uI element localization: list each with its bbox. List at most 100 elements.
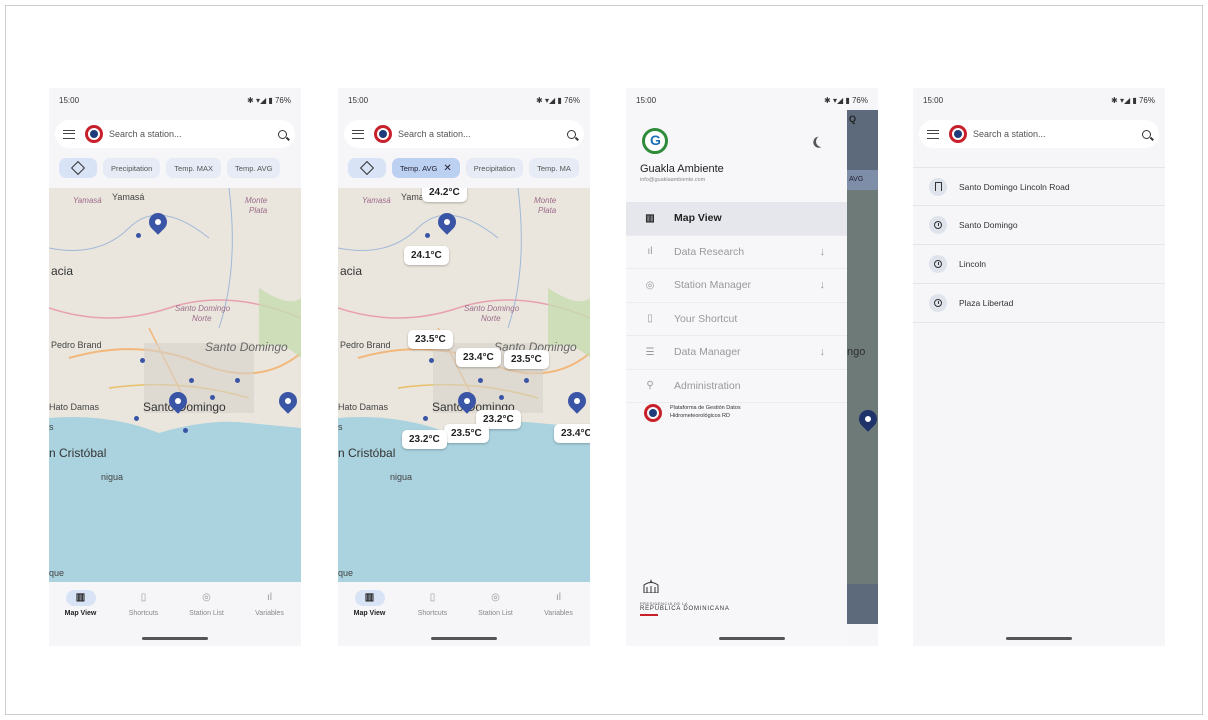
expand-icon: ↓ — [819, 245, 826, 258]
phone-map-view: 15:00 ✱ ▾◢ ▮ 76% Search a station... Pre… — [49, 88, 301, 646]
menu-item-station-manager[interactable]: ◎ Station Manager ↓ — [626, 269, 847, 303]
location-icon: ◎ — [202, 592, 211, 603]
list-item[interactable]: Santo Domingo Lincoln Road — [913, 167, 1165, 206]
station-dot[interactable] — [423, 416, 428, 421]
menu-icon[interactable] — [352, 129, 364, 139]
home-indicator — [431, 637, 497, 640]
app-logo — [85, 125, 103, 143]
dark-mode-icon[interactable] — [814, 134, 829, 149]
home-indicator — [1006, 637, 1072, 640]
layers-button[interactable] — [59, 158, 97, 178]
station-dot[interactable] — [429, 358, 434, 363]
temperature-label[interactable]: 23.5°C — [504, 350, 549, 369]
temperature-label[interactable]: 24.2°C — [422, 188, 467, 202]
temperature-label[interactable]: 23.4°C — [554, 424, 590, 443]
station-dot[interactable] — [140, 358, 145, 363]
nav-shortcuts[interactable]: ▯ Shortcuts — [405, 590, 461, 617]
map-label: Plata — [249, 206, 268, 215]
temperature-label[interactable]: 23.5°C — [444, 424, 489, 443]
drawer-user-email: info@guaklaambiente.com — [640, 177, 706, 183]
nav-variables[interactable]: ıl Variables — [531, 590, 587, 617]
search-bar[interactable]: Search a station... — [344, 120, 584, 148]
chip-precipitation[interactable]: Precipitation — [465, 158, 524, 178]
station-dot[interactable] — [478, 378, 483, 383]
nav-map-view[interactable]: ▥ Map View — [53, 589, 109, 617]
station-dot[interactable] — [524, 378, 529, 383]
chip-temp-max[interactable]: Temp. MAX — [166, 158, 222, 178]
list-item[interactable]: Plaza Libertad — [913, 284, 1165, 323]
menu-item-administration[interactable]: ⚲ Administration — [626, 370, 847, 403]
search-icon[interactable] — [1142, 129, 1151, 139]
temperature-label[interactable]: 23.5°C — [408, 330, 453, 349]
chip-temp-avg-selected[interactable]: Temp. AVG ✕ — [392, 158, 460, 178]
map-label: ngo — [847, 346, 866, 358]
map-label: Norte — [481, 314, 501, 323]
government-name: REPÚBLICA DOMINICANA — [640, 606, 730, 612]
station-dot[interactable] — [210, 395, 215, 400]
clock-icon — [929, 216, 947, 234]
bookmark-icon: ▯ — [429, 592, 436, 603]
nav-station-list[interactable]: ◎ Station List — [179, 590, 235, 617]
station-name: Plaza Libertad — [959, 298, 1014, 308]
platform-name: Plataforma de Gestión Datos Hidrometeoro… — [670, 405, 741, 419]
wrench-icon: ⚲ — [646, 380, 654, 392]
station-dot[interactable] — [136, 233, 141, 238]
layers-icon — [359, 160, 375, 176]
layers-icon — [70, 160, 86, 176]
search-bar[interactable]: Search a station... — [919, 120, 1159, 148]
map-base — [49, 188, 301, 582]
station-dot[interactable] — [183, 428, 188, 433]
search-input[interactable]: Search a station... — [398, 129, 567, 139]
chip-temp-avg[interactable]: Temp. AVG — [227, 158, 281, 178]
temperature-label[interactable]: 23.4°C — [456, 348, 501, 367]
search-input[interactable]: Search a station... — [109, 129, 278, 139]
status-icons: ✱ ▾◢ ▮ 76% — [536, 96, 580, 105]
menu-item-your-shortcut[interactable]: ▯ Your Shortcut — [626, 303, 847, 336]
map-label: Yamasá — [73, 196, 102, 205]
nav-variables[interactable]: ıl Variables — [242, 590, 298, 617]
map-label: Yamasá — [112, 192, 145, 202]
chip-precipitation[interactable]: Precipitation — [103, 158, 161, 178]
menu-item-map-view[interactable]: ▥ Map View — [626, 202, 847, 236]
drawer-user-name: Guakla Ambiente — [640, 163, 724, 175]
search-bar[interactable]: Search a station... — [55, 120, 295, 148]
search-input[interactable]: Search a station... — [973, 129, 1142, 139]
station-dot[interactable] — [425, 233, 430, 238]
status-icons: ✱ ▾◢ ▮ 76% — [824, 96, 868, 105]
station-dot[interactable] — [499, 395, 504, 400]
search-icon[interactable] — [278, 129, 287, 139]
map-label: Hato Damas — [49, 402, 100, 412]
list-item[interactable]: Santo Domingo — [913, 206, 1165, 245]
search-icon[interactable] — [567, 129, 576, 139]
menu-item-data-research[interactable]: ıl Data Research ↓ — [626, 236, 847, 269]
location-icon: ◎ — [645, 279, 655, 291]
menu-icon[interactable] — [63, 129, 75, 139]
close-icon[interactable]: ✕ — [443, 163, 451, 174]
map-label: n Cristóbal — [338, 446, 396, 460]
map-label: Santo Domingo — [205, 340, 288, 354]
nav-shortcuts[interactable]: ▯ Shortcuts — [116, 590, 172, 617]
layers-button[interactable] — [348, 158, 386, 178]
menu-icon[interactable] — [927, 129, 939, 139]
station-dot[interactable] — [134, 416, 139, 421]
temperature-label[interactable]: 24.1°C — [404, 246, 449, 265]
station-dot[interactable] — [189, 378, 194, 383]
list-item[interactable]: Lincoln — [913, 245, 1165, 284]
nav-station-list[interactable]: ◎ Station List — [468, 590, 524, 617]
chip-temp-max[interactable]: Temp. MA — [529, 158, 579, 178]
map-label: Hato Damas — [338, 402, 389, 412]
temperature-label[interactable]: 23.2°C — [402, 430, 447, 449]
status-bar: 15:00 ✱ ▾◢ ▮ 76% — [59, 96, 291, 108]
map-canvas[interactable]: Yamasá Yamasá Monte Plata acia Santo Dom… — [338, 188, 590, 582]
station-dot[interactable] — [235, 378, 240, 383]
map-canvas[interactable]: Yamasá Yamasá Monte Plata acia Santo Dom… — [49, 188, 301, 582]
menu-item-data-manager[interactable]: ☰ Data Manager ↓ — [626, 336, 847, 370]
bookmark-icon: ▯ — [647, 313, 653, 325]
drawer-scrim[interactable]: Q AVG ngo — [847, 110, 878, 624]
government-branding: PRESIDENCIA DE LA REPÚBLICA DOMINICANA — [640, 579, 730, 616]
map-label: n Cristóbal — [49, 446, 107, 460]
map-label: Pedro Brand — [340, 340, 391, 350]
map-label: que — [49, 568, 65, 578]
nav-map-view[interactable]: ▥ Map View — [342, 589, 398, 617]
bookmark-icon: ▯ — [140, 592, 147, 603]
